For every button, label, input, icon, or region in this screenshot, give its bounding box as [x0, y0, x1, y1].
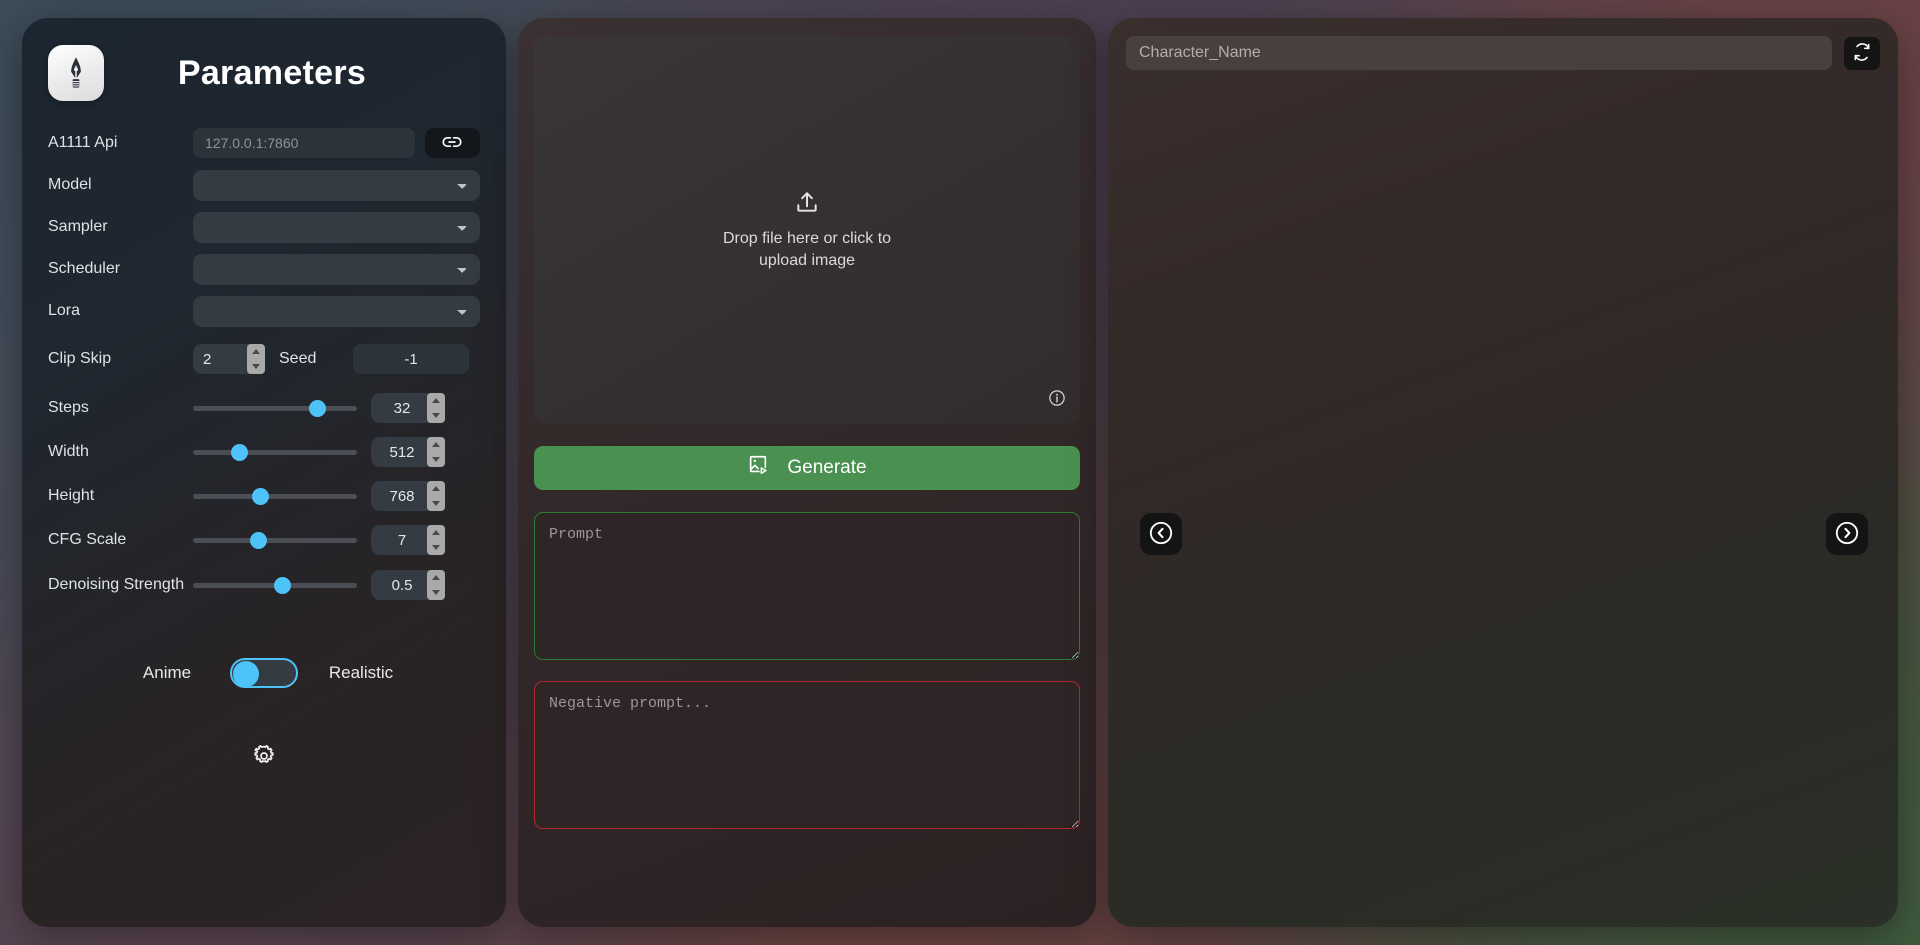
model-row: Model	[48, 164, 480, 206]
settings-button[interactable]	[48, 744, 480, 773]
height-slider-thumb[interactable]	[252, 488, 269, 505]
circle-chevron-right-icon	[1834, 520, 1860, 549]
width-slider[interactable]	[193, 438, 357, 466]
style-toggle-right-label: Realistic	[328, 663, 394, 682]
cfg-scale-slider-thumb[interactable]	[250, 532, 267, 549]
denoising-strength-slider-thumb[interactable]	[274, 577, 291, 594]
api-row: A1111 Api	[48, 122, 480, 164]
denoising-strength-slider[interactable]	[193, 571, 357, 599]
steps-slider-thumb[interactable]	[309, 400, 326, 417]
cfg-scale-spinner[interactable]	[427, 525, 445, 555]
cfg-scale-slider[interactable]	[193, 526, 357, 554]
circle-chevron-left-icon	[1148, 520, 1174, 549]
width-spinner[interactable]	[427, 437, 445, 467]
clip-skip-stepper[interactable]	[193, 344, 265, 374]
denoising-strength-row: Denoising Strength	[48, 562, 480, 608]
upload-icon	[794, 189, 820, 220]
seed-input[interactable]	[353, 344, 469, 374]
model-label: Model	[48, 176, 92, 193]
image-dropzone[interactable]: Drop file here or click to upload image	[534, 36, 1080, 424]
denoising-strength-stepper[interactable]	[371, 570, 445, 600]
steps-slider[interactable]	[193, 394, 357, 422]
width-slider-track	[193, 450, 357, 455]
link-button[interactable]	[424, 128, 480, 158]
cfg-scale-stepper[interactable]	[371, 525, 445, 555]
parameters-panel: Parameters A1111 Api 127.0.0.1:7860 Mode…	[22, 18, 506, 927]
prompt-textarea[interactable]	[534, 512, 1080, 660]
gallery-panel	[1108, 18, 1898, 927]
cfg-scale-slider-track	[193, 538, 357, 543]
image-generation-panel: Drop file here or click to upload image	[518, 18, 1096, 927]
steps-spinner[interactable]	[427, 393, 445, 423]
scheduler-row: Scheduler	[48, 248, 480, 290]
refresh-icon	[1852, 42, 1872, 65]
style-toggle-knob	[233, 661, 259, 687]
denoising-strength-label: Denoising Strength	[48, 575, 185, 593]
panel-header: Parameters	[48, 40, 480, 106]
height-spinner[interactable]	[427, 481, 445, 511]
gallery-viewer	[1126, 70, 1880, 898]
lora-label: Lora	[48, 302, 81, 319]
style-toggle-left-label: Anime	[142, 663, 192, 682]
dropzone-line2: upload image	[758, 251, 856, 269]
gallery-next-button[interactable]	[1826, 513, 1868, 555]
link-icon	[442, 135, 462, 152]
seed-label: Seed	[279, 350, 317, 367]
width-row: Width	[48, 430, 480, 474]
cfg-scale-label: CFG Scale	[48, 531, 127, 548]
height-row: Height	[48, 474, 480, 518]
steps-label: Steps	[48, 399, 89, 416]
app-root: Parameters A1111 Api 127.0.0.1:7860 Mode…	[0, 0, 1920, 945]
pen-nib-icon	[48, 45, 104, 101]
clip-skip-label: Clip Skip	[48, 350, 112, 367]
lora-select[interactable]	[193, 295, 480, 327]
height-stepper[interactable]	[371, 481, 445, 511]
generate-button[interactable]: Generate	[534, 446, 1080, 490]
sampler-row: Sampler	[48, 206, 480, 248]
steps-stepper[interactable]	[371, 393, 445, 423]
denoising-strength-spinner[interactable]	[427, 570, 445, 600]
character-name-input[interactable]	[1126, 36, 1832, 70]
style-toggle[interactable]	[230, 658, 298, 688]
dropzone-line1: Drop file here or click to	[722, 229, 892, 247]
width-slider-thumb[interactable]	[231, 444, 248, 461]
info-icon[interactable]	[1048, 389, 1066, 412]
character-name-row	[1126, 36, 1880, 70]
page-title: Parameters	[177, 53, 367, 92]
width-label: Width	[48, 443, 89, 460]
gear-icon	[252, 744, 276, 773]
api-url-input[interactable]	[193, 128, 415, 158]
sampler-select[interactable]	[193, 211, 480, 243]
cfg-scale-row: CFG Scale	[48, 518, 480, 562]
style-toggle-row: Anime Realistic	[48, 658, 480, 688]
gallery-prev-button[interactable]	[1140, 513, 1182, 555]
refresh-button[interactable]	[1844, 36, 1880, 70]
image-play-icon	[747, 454, 769, 482]
generate-button-label: Generate	[787, 457, 867, 478]
dropzone-text: Drop file here or click to upload image	[723, 228, 891, 271]
steps-slider-track	[193, 406, 357, 411]
clip-skip-spinner[interactable]	[247, 344, 265, 374]
model-select[interactable]	[193, 169, 480, 201]
lora-row: Lora	[48, 290, 480, 332]
steps-row: Steps	[48, 386, 480, 430]
api-label: A1111 Api	[48, 134, 118, 151]
height-slider[interactable]	[193, 482, 357, 510]
scheduler-select[interactable]	[193, 253, 480, 285]
width-stepper[interactable]	[371, 437, 445, 467]
negative-prompt-textarea[interactable]	[534, 681, 1080, 829]
clipskip-seed-row: Clip Skip Seed	[48, 332, 480, 386]
height-label: Height	[48, 487, 95, 504]
scheduler-label: Scheduler	[48, 260, 121, 277]
height-slider-track	[193, 494, 357, 499]
sampler-label: Sampler	[48, 218, 108, 235]
